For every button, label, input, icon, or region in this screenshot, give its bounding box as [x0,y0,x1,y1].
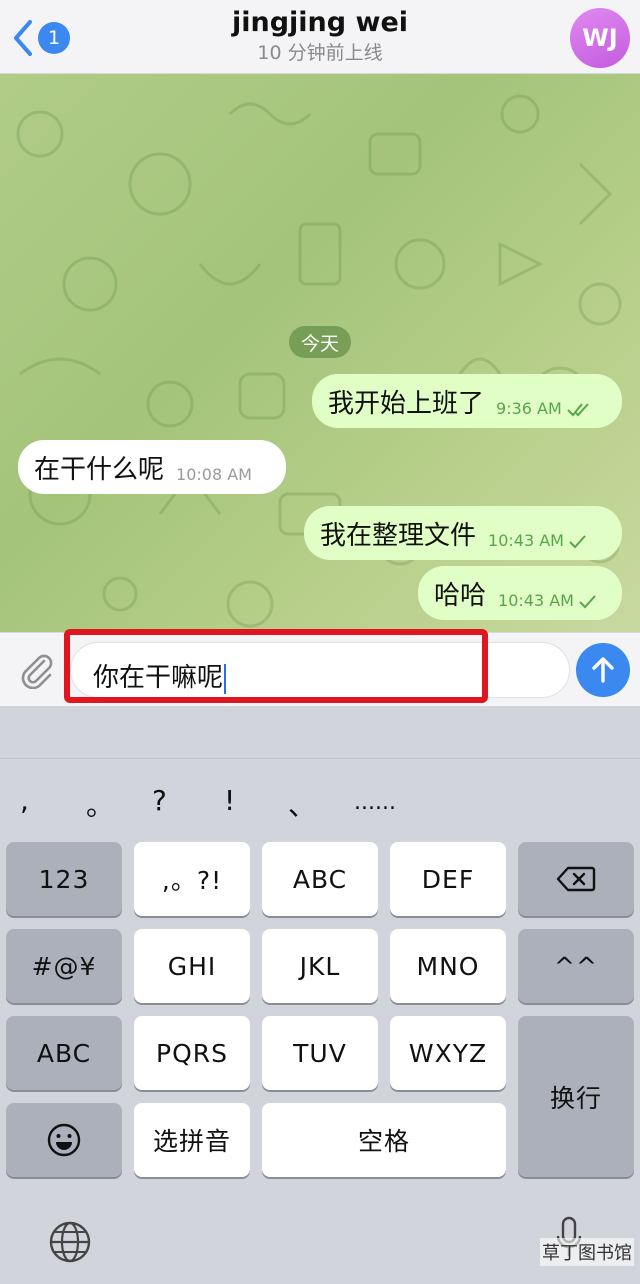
key-symbols[interactable]: #@¥ [6,929,122,1003]
globe-icon[interactable] [48,1220,92,1264]
last-seen-status: 10 分钟前上线 [257,42,383,64]
key-mno[interactable]: MNO [390,929,506,1003]
emoji-key[interactable] [6,1103,122,1177]
punct-key[interactable]: ? [152,784,167,817]
punct-key[interactable]: ! [224,784,235,817]
chat-title-area[interactable]: jingjing wei 10 分钟前上线 [120,6,520,66]
key-punctuation[interactable]: ,。?! [134,842,250,916]
punct-key[interactable]: 、 [288,784,316,824]
check-icon [579,595,596,609]
send-button[interactable] [576,643,630,697]
watermark: 草丁图书馆 [540,1238,634,1266]
highlight-box [64,629,488,703]
key-tuv[interactable]: TUV [262,1016,378,1090]
chat-area[interactable]: 今天 我开始上班了 9:36 AM 在干什么呢 10:08 AM 我在整理文件 … [0,74,640,632]
arrow-up-icon [592,657,614,683]
paperclip-icon[interactable] [16,649,56,689]
chevron-left-icon [14,20,32,56]
punct-key[interactable]: , [20,784,29,817]
return-key[interactable]: 换行 [518,1016,634,1177]
date-divider: 今天 [289,326,351,358]
punct-key[interactable]: ...... [354,790,396,815]
key-pqrs[interactable]: PQRS [134,1016,250,1090]
message-text: 哈哈 [434,580,487,611]
keyboard: , 。 ? ! 、 ...... 123 ,。?! ABC DEF #@¥ GH… [0,706,640,1284]
key-ghi[interactable]: GHI [134,929,250,1003]
key-123[interactable]: 123 [6,842,122,916]
space-key[interactable]: 空格 [262,1103,506,1177]
smiley-icon [47,1123,81,1157]
unread-badge: 1 [38,22,70,54]
message-text: 我在整理文件 [320,520,477,551]
key-abc-switch[interactable]: ABC [6,1016,122,1090]
message-text: 在干什么呢 [34,454,165,485]
message-bubble-outgoing[interactable]: 哈哈 10:43 AM [418,566,622,620]
punct-key[interactable]: 。 [86,784,114,824]
message-bubble-incoming[interactable]: 在干什么呢 10:08 AM [18,440,286,494]
key-wxyz[interactable]: WXYZ [390,1016,506,1090]
key-select-pinyin[interactable]: 选拼音 [134,1103,250,1177]
message-time: 9:36 AM [496,385,592,418]
message-time: 10:43 AM [498,577,598,610]
message-bubble-outgoing[interactable]: 我在整理文件 10:43 AM [304,506,622,560]
contact-name: jingjing wei [231,7,409,38]
check-icon [569,535,586,549]
divider [0,758,640,759]
message-text: 我开始上班了 [328,388,485,419]
chat-header: 1 jingjing wei 10 分钟前上线 WJ [0,0,640,74]
delete-key[interactable] [518,842,634,916]
message-time: 10:08 AM [176,464,252,484]
message-composer: 你在干嘛呢 [0,629,640,706]
back-button[interactable]: 1 [10,16,70,60]
message-bubble-outgoing[interactable]: 我开始上班了 9:36 AM [312,374,622,428]
backspace-icon [556,866,596,892]
avatar[interactable]: WJ [570,8,630,68]
double-check-icon [567,403,589,417]
key-abc[interactable]: ABC [262,842,378,916]
key-jkl[interactable]: JKL [262,929,378,1003]
message-time: 10:43 AM [488,517,588,550]
key-kaomoji[interactable]: ^^ [518,929,634,1003]
key-def[interactable]: DEF [390,842,506,916]
